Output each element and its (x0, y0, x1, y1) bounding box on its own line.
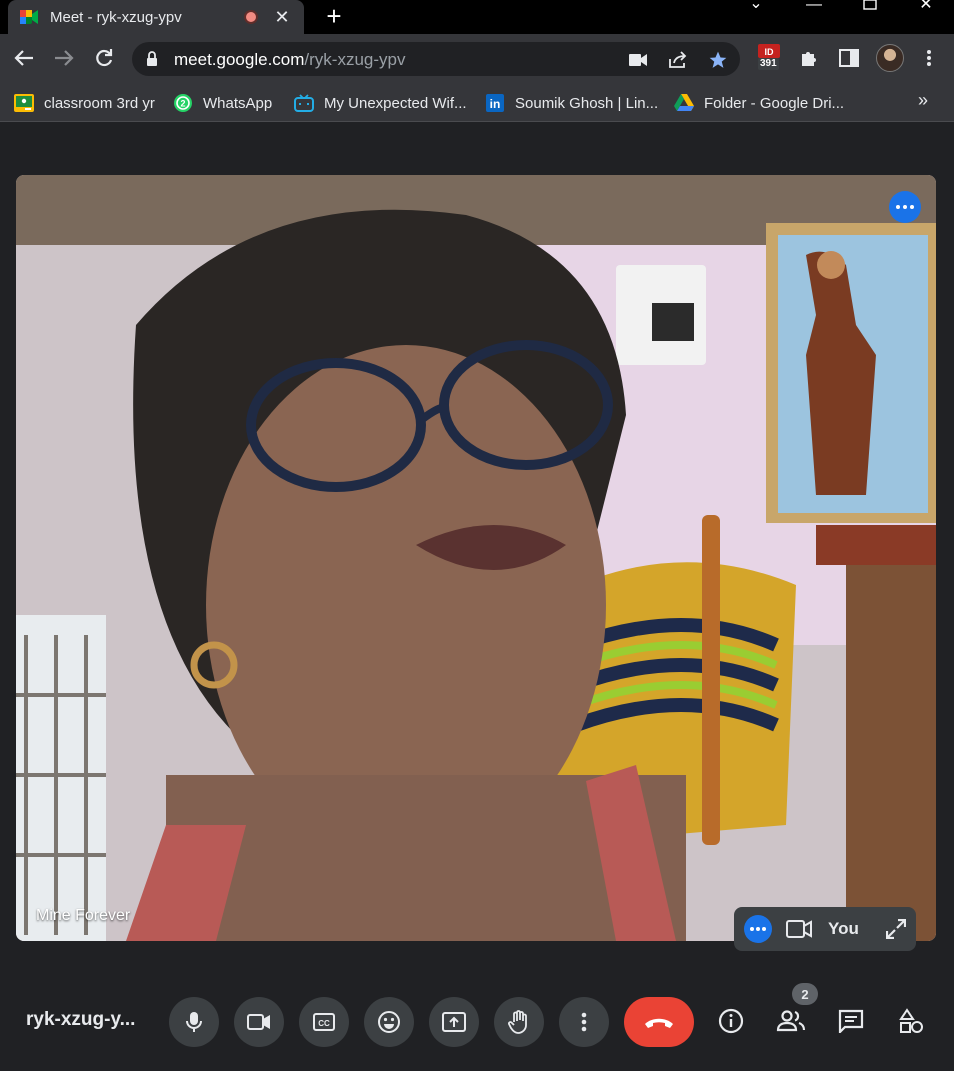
recording-indicator-icon (244, 10, 258, 24)
camera-in-use-icon[interactable] (628, 50, 648, 70)
chat-button[interactable] (833, 1003, 869, 1039)
profile-avatar[interactable] (876, 44, 904, 72)
linkedin-icon: in (485, 93, 505, 113)
side-panel-icon[interactable] (836, 44, 862, 72)
bookmark-linkedin[interactable]: in Soumik Ghosh | Lin... (485, 89, 658, 117)
new-tab-button[interactable]: + (322, 2, 346, 30)
maximize-button[interactable] (850, 0, 890, 20)
activities-button[interactable] (893, 1003, 929, 1039)
whatsapp-icon: 2 (173, 93, 193, 113)
meet-stage: Mine Forever You ryk-xzug-y... CC 2 (0, 123, 954, 1071)
activities-shapes-icon (899, 1008, 923, 1033)
google-meet-icon (20, 9, 38, 25)
address-bar[interactable]: meet.google.com/ryk-xzug-ypv (132, 42, 740, 76)
bookmark-label: Soumik Ghosh | Lin... (515, 94, 659, 112)
participant-name: Mine Forever (36, 907, 131, 924)
self-view-pill[interactable]: You (734, 907, 916, 951)
self-camera-icon (786, 917, 814, 941)
tab-title: Meet - ryk-xzug-ypv (50, 8, 182, 26)
bookmark-label: My Unexpected Wif... (324, 94, 467, 112)
reactions-button[interactable] (364, 997, 414, 1047)
minimize-button[interactable]: — (794, 0, 834, 20)
self-more-options-icon[interactable] (744, 915, 772, 943)
svg-text:2: 2 (180, 99, 185, 109)
share-icon[interactable] (668, 50, 688, 70)
extension-badge: 391 (758, 58, 779, 70)
bookmark-star-icon[interactable] (708, 50, 728, 70)
people-icon (776, 1010, 806, 1032)
hang-up-icon (645, 1018, 673, 1028)
url-text[interactable]: meet.google.com/ryk-xzug-ypv (174, 50, 405, 70)
info-icon (718, 1008, 744, 1034)
svg-text:CC: CC (318, 1019, 330, 1028)
chat-icon (838, 1009, 864, 1033)
expand-self-view-icon[interactable] (884, 917, 908, 941)
browser-tab-meet[interactable]: Meet - ryk-xzug-ypv ✕ (8, 0, 304, 34)
browser-toolbar: meet.google.com/ryk-xzug-ypv ID 391 (0, 34, 954, 84)
google-classroom-icon (14, 93, 34, 113)
captions-button[interactable]: CC (299, 997, 349, 1047)
tab-search-chevron-icon[interactable]: ⌄ (736, 0, 776, 20)
bookmark-classroom[interactable]: classroom 3rd yr (14, 89, 155, 117)
url-host: meet.google.com (174, 50, 305, 69)
bookmark-label: Folder - Google Dri... (704, 94, 845, 112)
bookmark-whatsapp[interactable]: 2 WhatsApp (173, 89, 272, 117)
forward-arrow-icon[interactable] (50, 44, 78, 72)
camera-button[interactable] (234, 997, 284, 1047)
closed-captions-icon: CC (313, 1013, 335, 1031)
reload-icon[interactable] (90, 44, 118, 72)
url-path: /ryk-xzug-ypv (304, 50, 406, 69)
meeting-code: ryk-xzug-y... (26, 1009, 136, 1030)
people-button[interactable] (773, 1003, 809, 1039)
google-drive-icon (674, 93, 694, 113)
back-arrow-icon[interactable] (10, 44, 38, 72)
svg-text:in: in (490, 97, 501, 111)
browser-tab-strip: Meet - ryk-xzug-ypv ✕ + ⌄ — ✕ (0, 0, 954, 34)
extensions-puzzle-icon[interactable] (796, 44, 822, 72)
window-close-button[interactable]: ✕ (906, 0, 946, 20)
participant-video-feed (16, 175, 936, 941)
video-camera-icon (247, 1014, 270, 1030)
bookmark-label: WhatsApp (203, 94, 273, 112)
svg-text:ID: ID (765, 47, 775, 57)
bookmark-label: classroom 3rd yr (44, 94, 155, 112)
microphone-button[interactable] (169, 997, 219, 1047)
bookmarks-bar: classroom 3rd yr 2 WhatsApp My Unexpecte… (0, 84, 954, 122)
present-screen-button[interactable] (429, 997, 479, 1047)
bookmarks-overflow-button[interactable]: » (918, 90, 928, 111)
participant-video-tile[interactable]: Mine Forever (16, 175, 936, 941)
bilibili-icon (294, 93, 314, 113)
more-vertical-icon (581, 1012, 587, 1032)
people-count-badge: 2 (792, 983, 818, 1005)
raise-hand-button[interactable] (494, 997, 544, 1047)
bookmark-google-drive[interactable]: Folder - Google Dri... (674, 89, 844, 117)
leave-call-button[interactable] (624, 997, 694, 1047)
microphone-icon (186, 1012, 202, 1032)
bookmark-bilibili[interactable]: My Unexpected Wif... (294, 89, 467, 117)
lock-icon[interactable] (146, 51, 158, 67)
meeting-details-button[interactable] (713, 1003, 749, 1039)
raise-hand-icon (508, 1010, 527, 1034)
present-screen-icon (442, 1012, 466, 1032)
self-label: You (828, 919, 859, 938)
more-options-button[interactable] (559, 997, 609, 1047)
extension-391-icon[interactable]: ID 391 (756, 44, 782, 72)
participant-more-options-icon[interactable] (889, 191, 921, 223)
browser-menu-icon[interactable] (916, 44, 942, 72)
tab-close-icon[interactable]: ✕ (272, 7, 292, 28)
emoji-icon (378, 1011, 400, 1033)
